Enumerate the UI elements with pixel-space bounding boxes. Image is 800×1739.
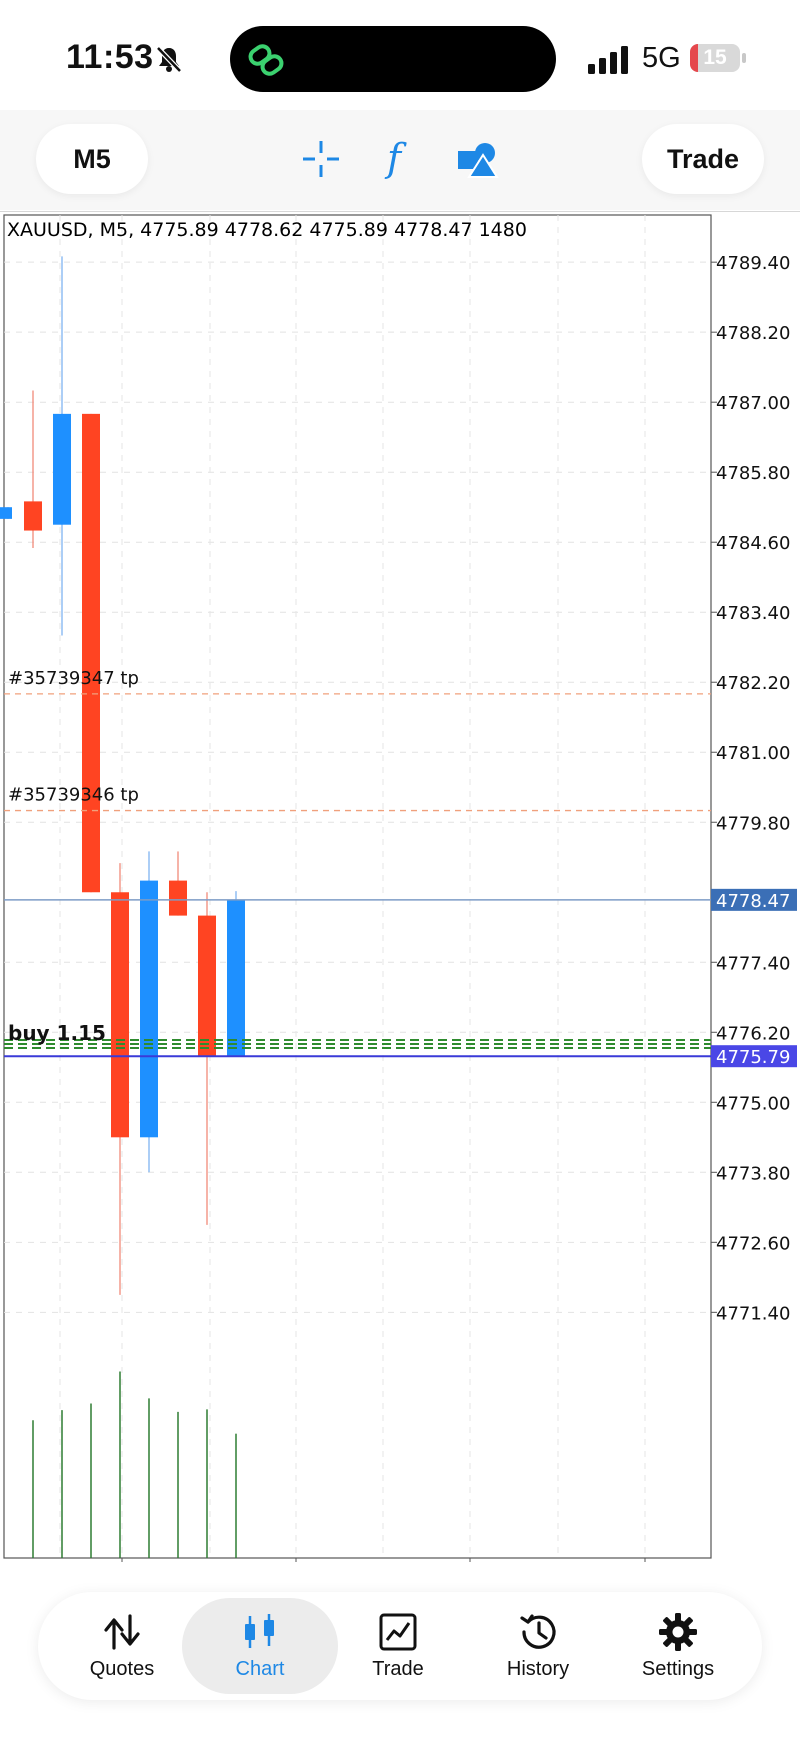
trade-button[interactable]: Trade — [642, 124, 764, 194]
dynamic-island — [230, 26, 556, 92]
price-label: 4775.00 — [716, 1093, 790, 1114]
svg-text:f: f — [384, 137, 407, 180]
price-label: 4783.40 — [716, 603, 790, 624]
price-chart[interactable]: 4789.40 4788.20 4787.00 4785.80 4784.60 4783.… — [0, 212, 800, 1562]
candle-body — [24, 501, 42, 531]
crosshair-icon[interactable] — [294, 132, 348, 186]
chart-toolbar: M5 f Trade — [0, 110, 800, 210]
indicator-f-icon[interactable]: f — [372, 132, 426, 186]
chart-info-line: XAUUSD, M5, 4775.89 4778.62 4775.89 4778… — [7, 219, 527, 241]
candle-body — [227, 899, 245, 1056]
candle-body — [169, 880, 187, 916]
nav-item-chart[interactable]: Chart — [190, 1592, 330, 1700]
position-label: buy 1.15 — [8, 1021, 106, 1045]
candle-body — [82, 413, 100, 893]
candle-body — [140, 880, 158, 1138]
candle-body — [198, 915, 216, 1056]
candle-body — [0, 507, 12, 519]
battery-indicator: 15 — [690, 44, 748, 74]
settings-gear-icon — [659, 1613, 697, 1651]
bell-slash-icon — [156, 46, 182, 73]
nav-label-history: History — [506, 1658, 570, 1680]
nav-item-quotes[interactable]: Quotes — [52, 1592, 192, 1700]
signal-bars-icon — [588, 46, 628, 74]
current-price-label: 4778.47 — [716, 891, 790, 912]
status-bar: 11:53 5G 15 — [0, 0, 800, 110]
price-label: 4779.80 — [716, 813, 790, 834]
objects-shapes-icon[interactable] — [450, 132, 504, 186]
history-clock-icon — [520, 1614, 556, 1649]
order-tp-label: #35739346 tp — [8, 785, 139, 806]
quotes-arrows-icon — [104, 1614, 140, 1650]
nav-label-settings: Settings — [641, 1658, 715, 1680]
candlestick-chart-icon — [245, 1614, 274, 1648]
candle-body — [53, 413, 71, 525]
plot-frame — [3, 214, 712, 1559]
bid-price-label: 4775.79 — [716, 1047, 790, 1068]
price-label: 4787.00 — [716, 393, 790, 414]
nav-label-quotes: Quotes — [89, 1658, 155, 1680]
candle — [0, 507, 12, 519]
bottom-nav: Quotes Chart Trade History Settings — [38, 1592, 762, 1700]
nav-item-trade[interactable]: Trade — [328, 1592, 468, 1700]
price-label: 4772.60 — [716, 1233, 790, 1254]
price-label: 4784.60 — [716, 533, 790, 554]
status-time: 11:53 — [66, 38, 154, 76]
price-label: 4773.80 — [716, 1163, 790, 1184]
candle — [227, 891, 245, 1056]
candle — [82, 413, 100, 893]
network-type: 5G — [642, 42, 681, 74]
price-label: 4777.40 — [716, 953, 790, 974]
trade-chart-icon — [379, 1613, 417, 1651]
price-label: 4782.20 — [716, 673, 790, 694]
price-label: 4789.40 — [716, 253, 790, 274]
price-label: 4781.00 — [716, 743, 790, 764]
nav-label-chart: Chart — [235, 1658, 285, 1680]
price-label: 4776.20 — [716, 1023, 790, 1044]
price-label: 4785.80 — [716, 463, 790, 484]
nav-item-history[interactable]: History — [468, 1592, 608, 1700]
link-icon — [248, 44, 284, 76]
candle-body — [111, 892, 129, 1138]
chart-canvas[interactable]: 4789.40 4788.20 4787.00 4785.80 4784.60 4783.… — [0, 212, 800, 1562]
battery-level: 15 — [703, 46, 727, 69]
nav-label-trade: Trade — [372, 1658, 424, 1680]
timeframe-button[interactable]: M5 — [36, 124, 148, 194]
price-label: 4771.40 — [716, 1303, 790, 1324]
nav-item-settings[interactable]: Settings — [608, 1592, 748, 1700]
order-tp-label: #35739347 tp — [8, 668, 139, 689]
price-label: 4788.20 — [716, 323, 790, 344]
